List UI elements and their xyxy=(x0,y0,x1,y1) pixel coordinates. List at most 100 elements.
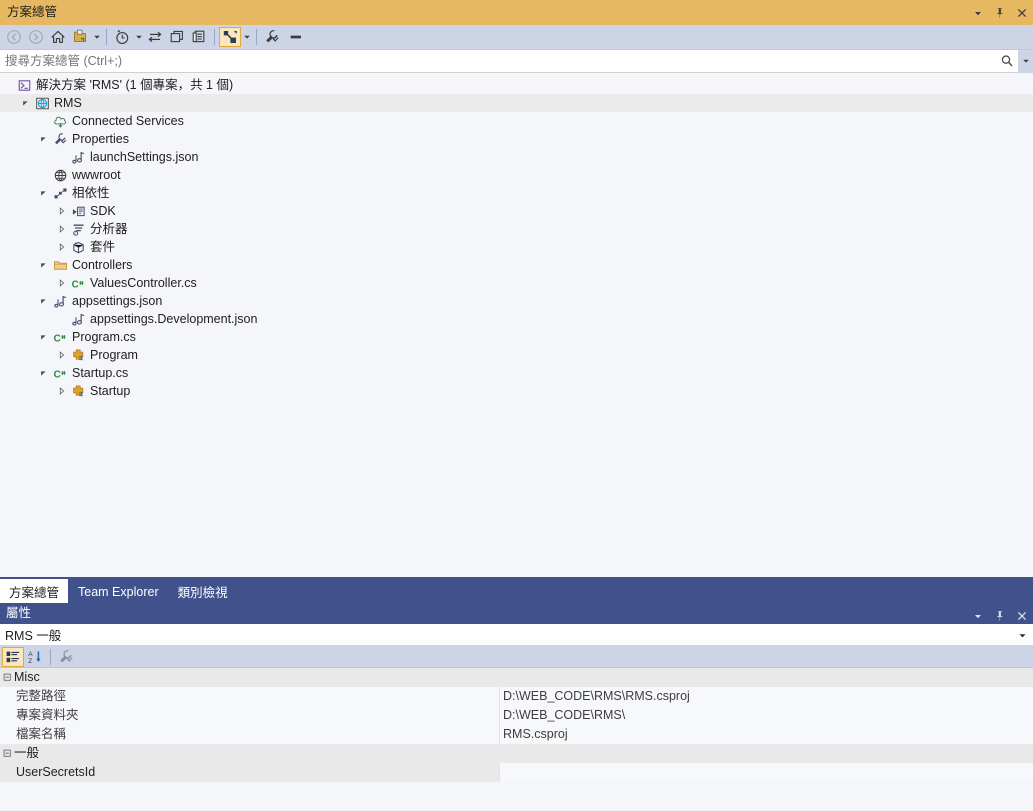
globe-icon xyxy=(51,166,69,184)
tab-label: 類別檢視 xyxy=(177,586,228,600)
property-row[interactable]: UserSecretsId xyxy=(0,763,1033,782)
expander-expanded-icon[interactable] xyxy=(36,130,51,148)
sync-arrows-icon[interactable] xyxy=(144,26,166,48)
expander-placeholder xyxy=(54,148,69,166)
expander-expanded-icon[interactable] xyxy=(36,256,51,274)
json-icon xyxy=(69,148,87,166)
toolbar-separator xyxy=(214,29,215,45)
tree-item[interactable]: C Startup.cs xyxy=(0,364,1033,382)
show-all-files-caret-down-icon[interactable] xyxy=(241,26,252,48)
tree-item-label: 相依性 xyxy=(72,186,110,200)
tree-item[interactable]: 套件 xyxy=(0,238,1033,256)
property-value[interactable]: D:\WEB_CODE\RMS\ xyxy=(500,706,1033,725)
expander-collapsed-icon[interactable] xyxy=(54,274,69,292)
property-value[interactable]: RMS.csproj xyxy=(500,725,1033,744)
expander-collapsed-icon[interactable] xyxy=(54,220,69,238)
tree-item[interactable]: Startup xyxy=(0,382,1033,400)
tree-item[interactable]: Controllers xyxy=(0,256,1033,274)
show-all-files-icon[interactable] xyxy=(219,27,241,47)
class-icon xyxy=(69,346,87,364)
tree-item[interactable]: 相依性 xyxy=(0,184,1033,202)
close-icon[interactable] xyxy=(1011,605,1033,626)
property-row[interactable]: 完整路徑 D:\WEB_CODE\RMS\RMS.csproj xyxy=(0,687,1033,706)
preview-icon[interactable] xyxy=(283,26,309,48)
search-input[interactable] xyxy=(0,50,996,72)
tree-item[interactable]: 解決方案 'RMS' (1 個專案，共 1 個) xyxy=(0,76,1033,94)
tab-1[interactable]: 方案總管 xyxy=(0,579,69,603)
expander-collapsed-icon[interactable] xyxy=(54,382,69,400)
tree-item[interactable]: SDK xyxy=(0,202,1033,220)
chevron-down-icon[interactable] xyxy=(967,0,989,25)
clock-caret-down-icon[interactable] xyxy=(133,26,144,48)
properties-object-selector[interactable]: RMS 一般 xyxy=(0,624,1033,646)
search-options-caret-down-icon[interactable] xyxy=(1018,49,1033,73)
tree-item-label: appsettings.json xyxy=(72,294,163,308)
tree-item[interactable]: C Program.cs xyxy=(0,328,1033,346)
property-value[interactable]: D:\WEB_CODE\RMS\RMS.csproj xyxy=(500,687,1033,706)
forward-arrow-icon[interactable] xyxy=(25,26,47,48)
expander-expanded-icon[interactable] xyxy=(36,328,51,346)
expander-expanded-icon[interactable] xyxy=(36,184,51,202)
expander-expanded-icon[interactable] xyxy=(36,364,51,382)
tab-2[interactable]: Team Explorer xyxy=(69,580,168,603)
connected-services-icon xyxy=(51,112,69,130)
home-icon[interactable] xyxy=(47,26,69,48)
close-icon[interactable] xyxy=(1011,0,1033,25)
property-row[interactable]: 專案資料夾 D:\WEB_CODE\RMS\ xyxy=(0,706,1033,725)
tree-item[interactable]: launchSettings.json xyxy=(0,148,1033,166)
pin-icon[interactable] xyxy=(989,0,1011,25)
magnifier-icon[interactable] xyxy=(996,50,1018,73)
tree-item[interactable]: Properties xyxy=(0,130,1033,148)
categorized-icon[interactable] xyxy=(2,646,24,667)
sort-az-icon[interactable]: A Z xyxy=(24,646,46,668)
object-selector-caret-down-icon[interactable] xyxy=(1018,624,1027,646)
toolbar-separator xyxy=(50,648,51,665)
search-bar[interactable] xyxy=(0,49,1033,73)
tree-item[interactable]: C ValuesController.cs xyxy=(0,274,1033,292)
expander-placeholder xyxy=(36,112,51,130)
tree-item-label: launchSettings.json xyxy=(90,150,199,164)
collapse-all-icon[interactable] xyxy=(188,26,210,48)
category-collapse-icon[interactable] xyxy=(0,744,14,763)
wrench-icon[interactable] xyxy=(261,26,283,48)
solution-explorer-toolbar xyxy=(0,25,1033,50)
property-category-row[interactable]: 一般 xyxy=(0,744,1033,763)
solution-tree[interactable]: 解決方案 'RMS' (1 個專案，共 1 個) RMS Connected Ser… xyxy=(0,74,1033,569)
expander-expanded-icon[interactable] xyxy=(36,292,51,310)
wrench-icon[interactable] xyxy=(55,646,77,668)
tree-item[interactable]: i 分析器 xyxy=(0,220,1033,238)
tree-item[interactable]: Program xyxy=(0,346,1033,364)
tree-item[interactable]: wwwroot xyxy=(0,166,1033,184)
category-collapse-icon[interactable] xyxy=(0,668,14,687)
pending-changes-icon[interactable] xyxy=(69,26,91,48)
pane-tab-strip[interactable]: 方案總管 Team Explorer 類別檢視 xyxy=(0,577,1033,603)
expander-expanded-icon[interactable] xyxy=(18,94,33,112)
solution-explorer-pane: 方案總管 搜尋方案總管 (Ctrl+;) 解決方案 'RMS' (1 個專案，共… xyxy=(0,0,1033,603)
pin-icon[interactable] xyxy=(989,605,1011,626)
tree-item[interactable]: appsettings.json xyxy=(0,292,1033,310)
expander-collapsed-icon[interactable] xyxy=(54,238,69,256)
property-row[interactable]: 檔案名稱 RMS.csproj xyxy=(0,725,1033,744)
tree-item[interactable]: appsettings.Development.json xyxy=(0,310,1033,328)
svg-text:C: C xyxy=(53,369,60,380)
property-grid[interactable]: Misc 完整路徑 D:\WEB_CODE\RMS\RMS.csproj 專案資料夾 D… xyxy=(0,668,1033,811)
toolbar-separator xyxy=(256,29,257,45)
clock-icon[interactable] xyxy=(111,26,133,48)
tree-item-label: 解決方案 'RMS' (1 個專案，共 1 個) xyxy=(36,78,234,92)
pending-changes-caret-down-icon[interactable] xyxy=(91,26,102,48)
solution-icon xyxy=(15,76,33,94)
tree-item[interactable]: RMS xyxy=(0,94,1033,112)
property-category-row[interactable]: Misc xyxy=(0,668,1033,687)
package-icon xyxy=(69,238,87,256)
expander-collapsed-icon[interactable] xyxy=(54,346,69,364)
chevron-down-icon[interactable] xyxy=(967,605,989,626)
tree-item[interactable]: Connected Services xyxy=(0,112,1033,130)
tree-item-label: Program xyxy=(90,348,138,362)
expander-collapsed-icon[interactable] xyxy=(54,202,69,220)
refresh-window-icon[interactable] xyxy=(166,26,188,48)
toolbar-separator xyxy=(106,29,107,45)
back-arrow-icon[interactable] xyxy=(3,26,25,48)
selected-object-label: RMS 一般 xyxy=(5,629,62,643)
property-value[interactable] xyxy=(500,763,1033,782)
tab-3[interactable]: 類別檢視 xyxy=(169,580,237,603)
